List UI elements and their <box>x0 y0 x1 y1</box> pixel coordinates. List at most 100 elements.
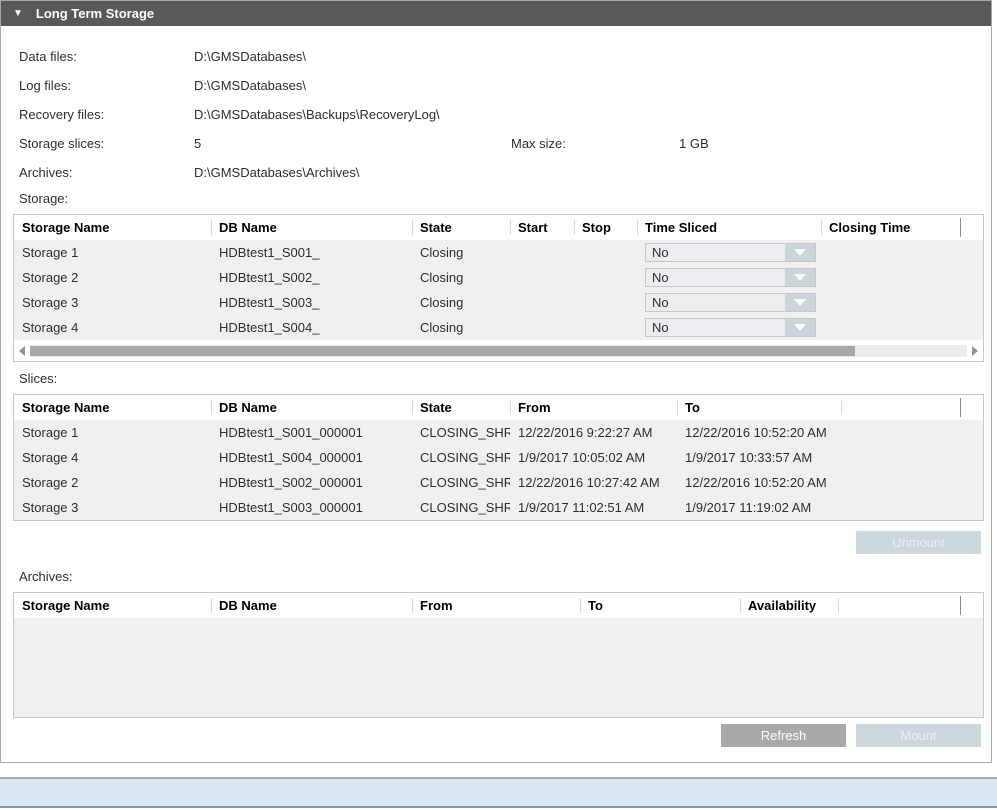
table-header: Storage NameDB NameFromToAvailability <box>14 593 983 618</box>
column-header-state[interactable]: State <box>412 215 510 240</box>
dropdown-value: No <box>646 244 785 261</box>
archives-section-label: Archives: <box>19 569 991 587</box>
cell-start <box>510 265 574 290</box>
cell-db_name: HDBtest1_S001_000001 <box>211 420 412 445</box>
table-row[interactable]: Storage 1HDBtest1_S001_000001CLOSING_SHR… <box>14 420 983 445</box>
cell-closing_time <box>821 290 960 315</box>
field-label: Recovery files: <box>19 107 194 122</box>
cell-time_sliced: No <box>637 265 821 290</box>
chevron-down-icon[interactable] <box>785 269 815 286</box>
table-header: Storage NameDB NameStateStartStopTime Sl… <box>14 215 983 240</box>
cell-start <box>510 315 574 340</box>
time-sliced-dropdown[interactable]: No <box>645 268 816 287</box>
column-header-state[interactable]: State <box>412 395 510 420</box>
column-header-availability[interactable]: Availability <box>740 593 838 618</box>
field-value: D:\GMSDatabases\ <box>194 78 306 93</box>
table-row[interactable]: Storage 2HDBtest1_S002_000001CLOSING_SHR… <box>14 470 983 495</box>
panel-header[interactable]: ▼ Long Term Storage <box>1 1 991 26</box>
refresh-button[interactable]: Refresh <box>721 724 846 747</box>
column-header-start[interactable]: Start <box>510 215 574 240</box>
column-header-blank[interactable] <box>838 593 960 618</box>
cell-stop <box>574 290 637 315</box>
dropdown-value: No <box>646 319 785 336</box>
cell-storage_name: Storage 2 <box>14 265 211 290</box>
cell-state: Closing <box>412 240 510 265</box>
long-term-storage-panel: ▼ Long Term Storage Data files:D:\GMSDat… <box>0 0 992 763</box>
cell-blank <box>841 495 960 520</box>
field-value: D:\GMSDatabases\Backups\RecoveryLog\ <box>194 107 440 122</box>
horizontal-scrollbar[interactable] <box>14 340 983 361</box>
fields: Data files:D:\GMSDatabases\Log files:D:\… <box>19 42 991 187</box>
cell-time_sliced: No <box>637 240 821 265</box>
table-row[interactable]: Storage 3HDBtest1_S003_000001CLOSING_SHR… <box>14 495 983 520</box>
cell-to: 12/22/2016 10:52:20 AM <box>677 420 841 445</box>
unmount-button-row: Unmount <box>1 531 992 554</box>
chevron-down-icon[interactable] <box>785 294 815 311</box>
column-header-storage_name[interactable]: Storage Name <box>14 215 211 240</box>
dropdown-value: No <box>646 269 785 286</box>
cell-storage_name: Storage 2 <box>14 470 211 495</box>
unmount-button[interactable]: Unmount <box>856 531 981 554</box>
column-header-db_name[interactable]: DB Name <box>211 215 412 240</box>
column-header-storage_name[interactable]: Storage Name <box>14 593 211 618</box>
column-header-blank[interactable] <box>841 395 960 420</box>
table-row[interactable]: Storage 3HDBtest1_S003_ClosingNo <box>14 290 983 315</box>
cell-time_sliced: No <box>637 315 821 340</box>
cell-state: Closing <box>412 265 510 290</box>
time-sliced-dropdown[interactable]: No <box>645 243 816 262</box>
cell-state: Closing <box>412 315 510 340</box>
bottom-status-bar <box>0 777 997 808</box>
chevron-down-icon[interactable] <box>785 244 815 261</box>
cell-time_sliced: No <box>637 290 821 315</box>
field-label: Log files: <box>19 78 194 93</box>
storage-section-label: Storage: <box>19 191 991 209</box>
mount-button[interactable]: Mount <box>856 724 981 747</box>
column-header-db_name[interactable]: DB Name <box>211 593 412 618</box>
scroll-right-arrow-icon[interactable] <box>972 346 978 356</box>
bottom-button-row: Refresh Mount <box>1 724 992 747</box>
chevron-down-icon[interactable] <box>785 319 815 336</box>
cell-state: CLOSING_SHR <box>412 495 510 520</box>
chevron-down-glyph <box>794 274 806 281</box>
column-header-from[interactable]: From <box>510 395 677 420</box>
column-header-closing_time[interactable]: Closing Time <box>821 215 960 240</box>
field-label: Max size: <box>511 136 566 151</box>
scrollbar-track[interactable] <box>30 345 967 357</box>
time-sliced-dropdown[interactable]: No <box>645 293 816 312</box>
column-header-stop[interactable]: Stop <box>574 215 637 240</box>
scroll-left-arrow-icon[interactable] <box>19 346 25 356</box>
column-header-db_name[interactable]: DB Name <box>211 395 412 420</box>
chevron-down-glyph <box>794 299 806 306</box>
table-row[interactable]: Storage 1HDBtest1_S001_ClosingNo <box>14 240 983 265</box>
field-label: Archives: <box>19 165 194 180</box>
cell-stop <box>574 265 637 290</box>
table-body: Storage 1HDBtest1_S001_000001CLOSING_SHR… <box>14 420 983 520</box>
table-body: Storage 1HDBtest1_S001_ClosingNoStorage … <box>14 240 983 340</box>
field-row: Data files:D:\GMSDatabases\ <box>19 42 991 71</box>
cell-from: 1/9/2017 11:02:51 AM <box>510 495 677 520</box>
cell-from: 12/22/2016 10:27:42 AM <box>510 470 677 495</box>
field-label: Data files: <box>19 49 194 64</box>
cell-storage_name: Storage 3 <box>14 290 211 315</box>
table-row[interactable]: Storage 2HDBtest1_S002_ClosingNo <box>14 265 983 290</box>
column-header-to[interactable]: To <box>677 395 841 420</box>
table-header: Storage NameDB NameStateFromTo <box>14 395 983 420</box>
collapse-arrow-icon[interactable]: ▼ <box>13 9 23 19</box>
table-body <box>14 618 983 717</box>
time-sliced-dropdown[interactable]: No <box>645 318 816 337</box>
column-header-to[interactable]: To <box>580 593 740 618</box>
cell-closing_time <box>821 265 960 290</box>
column-header-filler <box>960 593 983 618</box>
column-header-time_sliced[interactable]: Time Sliced <box>637 215 821 240</box>
column-header-filler <box>960 215 983 240</box>
column-header-storage_name[interactable]: Storage Name <box>14 395 211 420</box>
column-header-from[interactable]: From <box>412 593 580 618</box>
table-row[interactable]: Storage 4HDBtest1_S004_ClosingNo <box>14 315 983 340</box>
table-row[interactable]: Storage 4HDBtest1_S004_000001CLOSING_SHR… <box>14 445 983 470</box>
cell-blank <box>841 420 960 445</box>
cell-storage_name: Storage 4 <box>14 315 211 340</box>
scrollbar-thumb[interactable] <box>30 346 855 356</box>
field-value: 1 GB <box>679 136 709 151</box>
cell-from: 1/9/2017 10:05:02 AM <box>510 445 677 470</box>
cell-start <box>510 290 574 315</box>
